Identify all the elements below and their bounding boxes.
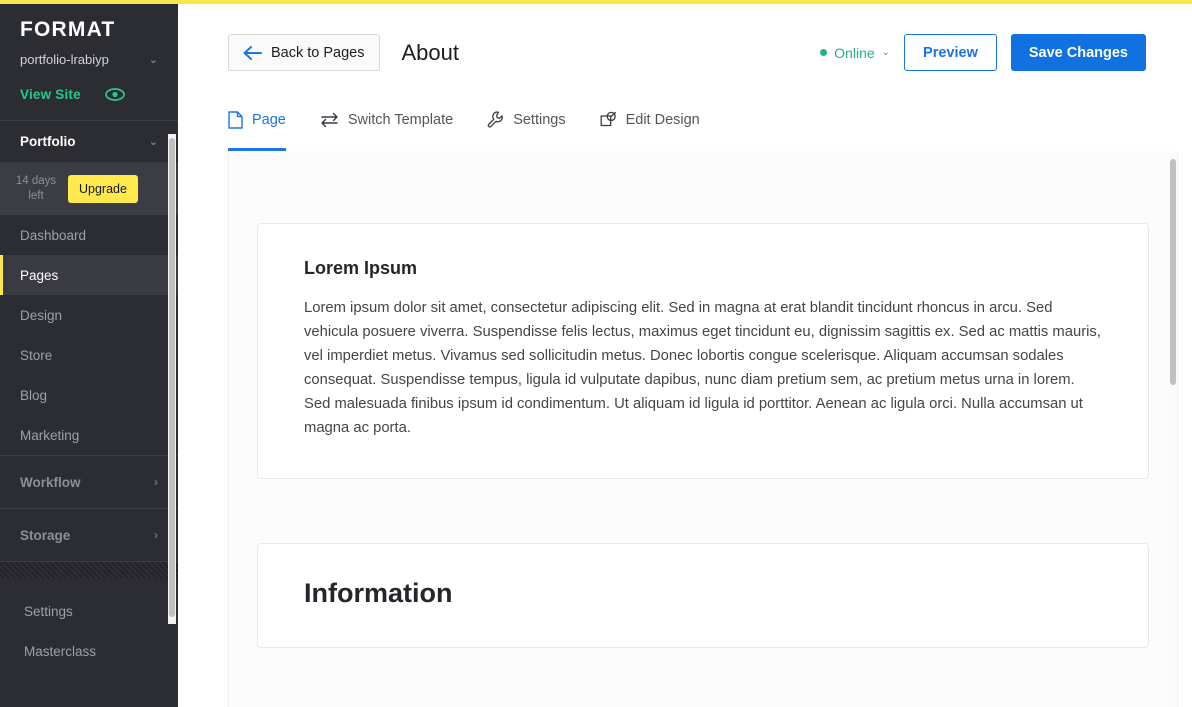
chevron-down-icon: ⌄ [148,136,158,149]
sidebar-item-label: Settings [24,603,73,619]
page-content-area: Lorem Ipsum Lorem ipsum dolor sit amet, … [228,151,1178,707]
tab-label: Edit Design [625,111,700,128]
content-scrollbar-thumb[interactable] [1170,159,1176,385]
chevron-down-icon: ⌄ [148,54,158,67]
tab-label: Settings [513,111,566,128]
status-online-dropdown[interactable]: Online ⌄ [820,45,890,61]
tab-label: Page [252,111,286,128]
top-accent-bar [0,0,1192,4]
save-changes-button[interactable]: Save Changes [1010,34,1146,71]
swap-arrows-icon [320,112,339,128]
back-to-pages-button[interactable]: Back to Pages [228,34,380,71]
view-site-link[interactable]: View Site [20,87,158,102]
format-logo: FORMAT [20,18,116,41]
sidebar-item-label: Marketing [20,427,80,443]
back-button-label: Back to Pages [271,44,365,61]
content-card-information[interactable]: Information [257,543,1149,648]
tab-page[interactable]: Page [228,101,286,151]
header-actions: Online ⌄ Preview Save Changes [820,34,1146,71]
status-dot-icon [820,49,828,56]
sidebar-brand-block: FORMAT portfolio-lrabiyp ⌄ View Site [0,4,178,102]
sidebar-section-label: Portfolio [20,134,76,150]
sidebar-item-masterclass[interactable]: Masterclass [0,631,178,671]
sidebar-group-label: Workflow [20,474,81,490]
content-card-lorem-ipsum[interactable]: Lorem Ipsum Lorem ipsum dolor sit amet, … [257,223,1149,479]
sidebar-bottom-list: Settings Masterclass [0,579,178,671]
sidebar-item-pages[interactable]: Pages [0,255,178,296]
arrow-left-icon [243,45,262,60]
sidebar-item-label: Design [20,307,63,323]
sidebar-item-store[interactable]: Store [0,335,178,375]
sidebar-item-label: Masterclass [24,643,97,659]
card-title: Lorem Ipsum [304,258,418,278]
content-scrollbar[interactable] [1169,151,1177,707]
eye-icon [104,88,125,101]
tab-edit-design[interactable]: Edit Design [600,101,700,151]
sidebar-item-marketing[interactable]: Marketing [0,415,178,455]
trial-days-left-label: 14 days left [15,175,57,202]
sidebar-scrollbar[interactable] [168,134,176,624]
app-root: FORMAT portfolio-lrabiyp ⌄ View Site Por… [0,0,1192,707]
sidebar-section-portfolio[interactable]: Portfolio ⌄ [0,121,178,163]
design-stamp-icon [600,111,617,128]
sidebar-group-workflow[interactable]: Workflow › [0,456,178,508]
sidebar-item-design[interactable]: Design [0,295,178,335]
tab-label: Switch Template [347,111,454,128]
chevron-right-icon: › [154,528,158,543]
sidebar-item-label: Pages [20,267,59,283]
page-header-bar: Back to Pages About Online ⌄ Preview Sav… [178,4,1192,101]
sidebar-nav-list: Dashboard Pages Design Store Blog Market… [0,215,178,456]
tab-switch-template[interactable]: Switch Template [320,101,453,151]
document-icon [228,110,243,129]
view-site-label: View Site [20,87,81,103]
trial-upgrade-row: 14 days left Upgrade [0,162,178,216]
sidebar-item-label: Store [20,347,53,363]
sidebar-hatched-separator [0,562,178,580]
main-content: Back to Pages About Online ⌄ Preview Sav… [178,4,1192,707]
tab-settings[interactable]: Settings [487,101,566,151]
content-cards: Lorem Ipsum Lorem ipsum dolor sit amet, … [229,151,1177,648]
preview-button[interactable]: Preview [904,34,997,71]
chevron-right-icon: › [154,475,158,490]
card-title: Information [304,578,453,608]
page-title: About [401,39,460,65]
upgrade-button[interactable]: Upgrade [68,174,138,203]
sidebar-item-settings[interactable]: Settings [0,591,178,631]
sidebar-item-label: Dashboard [20,227,87,243]
card-body-text: Lorem ipsum dolor sit amet, consectetur … [304,300,1101,436]
site-selector[interactable]: portfolio-lrabiyp ⌄ [20,52,158,67]
page-tabs: Page Switch Template Settings Edit Desig… [178,101,1192,151]
sidebar-group-storage[interactable]: Storage › [0,509,178,561]
sidebar: FORMAT portfolio-lrabiyp ⌄ View Site Por… [0,4,178,707]
sidebar-item-dashboard[interactable]: Dashboard [0,215,178,255]
status-badge: Online [834,44,875,61]
wrench-icon [487,111,504,128]
site-name-label: portfolio-lrabiyp [20,52,109,68]
sidebar-item-blog[interactable]: Blog [0,375,178,415]
sidebar-group-label: Storage [20,527,71,543]
chevron-down-icon: ⌄ [881,47,891,58]
sidebar-scrollbar-thumb[interactable] [169,138,175,617]
sidebar-item-label: Blog [20,387,48,403]
